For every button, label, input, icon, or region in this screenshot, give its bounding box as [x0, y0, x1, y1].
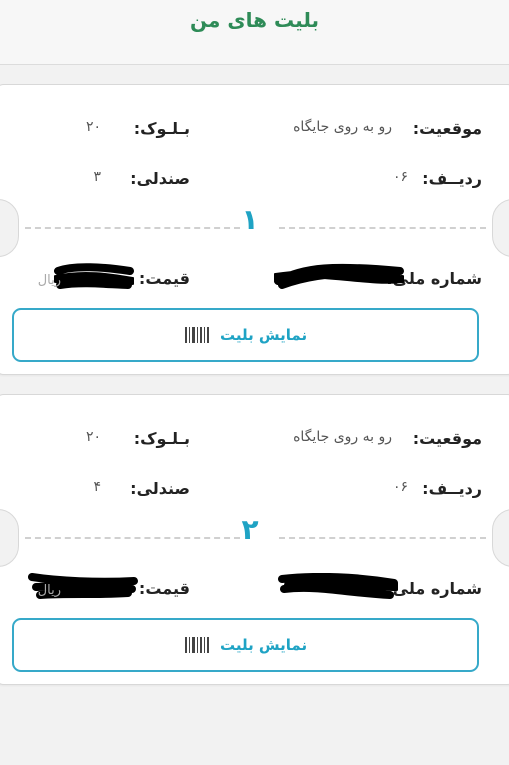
barcode-icon: [184, 327, 209, 343]
app-header: بلیت های من: [0, 0, 509, 65]
redaction-scribble: [54, 263, 134, 289]
barcode-icon: [184, 637, 209, 653]
ticket-notch-left: [0, 199, 19, 257]
price-unit: ریال: [37, 273, 61, 288]
block-label: بـلـوک:: [133, 119, 190, 138]
ticket-number: ۲: [241, 513, 259, 546]
location-label: موقعیت:: [412, 429, 482, 448]
price-unit: ریال: [37, 583, 61, 598]
row-value: ۰۶: [392, 169, 408, 185]
location-value: رو به روی جایگاه: [293, 119, 392, 135]
perforation-line: [279, 537, 486, 539]
row-label: ردیــف:: [422, 169, 482, 188]
perforation-line: [279, 227, 486, 229]
show-ticket-button[interactable]: نمایش بلیت: [12, 618, 479, 672]
block-label: بـلـوک:: [133, 429, 190, 448]
perforation-line: [25, 227, 240, 229]
row-label: ردیــف:: [422, 479, 482, 498]
perforation-line: [25, 537, 240, 539]
price-label: قیمت:: [138, 269, 190, 288]
national-id-label: شماره ملی:: [386, 579, 482, 598]
row-value: ۰۶: [392, 479, 408, 495]
ticket-notch-right: [492, 199, 509, 257]
page-title: بلیت های من: [189, 8, 320, 32]
location-label: موقعیت:: [412, 119, 482, 138]
ticket-notch-left: [0, 509, 19, 567]
block-value: ۲۰: [85, 119, 101, 135]
ticket-number: ۱: [241, 203, 259, 236]
redaction-scribble: [278, 573, 398, 599]
ticket-notch-right: [492, 509, 509, 567]
show-ticket-button[interactable]: نمایش بلیت: [12, 308, 479, 362]
location-value: رو به روی جایگاه: [293, 429, 392, 445]
show-ticket-label: نمایش بلیت: [219, 636, 308, 654]
seat-label: صندلی:: [130, 169, 190, 188]
ticket-card-2: موقعیت: رو به روی جایگاه بـلـوک: ۲۰ ردیـ…: [0, 394, 509, 685]
ticket-card-1: موقعیت: رو به روی جایگاه بـلـوک: ۲۰ ردیـ…: [0, 84, 509, 375]
seat-value: ۴: [93, 479, 101, 495]
block-value: ۲۰: [85, 429, 101, 445]
seat-value: ۳: [93, 169, 101, 185]
seat-label: صندلی:: [130, 479, 190, 498]
price-label: قیمت:: [138, 579, 190, 598]
show-ticket-label: نمایش بلیت: [219, 326, 308, 344]
redaction-scribble: [274, 263, 404, 289]
